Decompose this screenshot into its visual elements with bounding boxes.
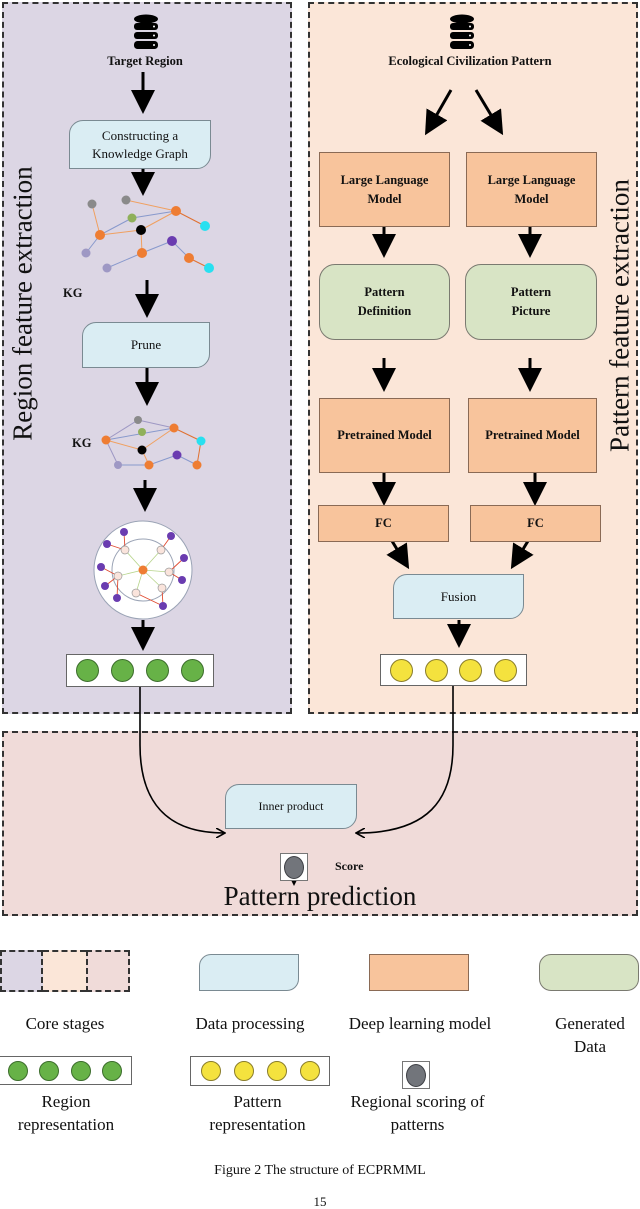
pretrained-model-label-right: Pretrained Model — [485, 428, 580, 443]
legend-pattern-dot — [299, 1061, 320, 1081]
legend-region-dot — [70, 1060, 91, 1081]
legend-pattern-dot — [200, 1061, 221, 1081]
legend-region-representation-label: Region representation — [17, 1092, 115, 1134]
pattern-picture-box: Pattern Picture — [465, 264, 597, 340]
legend-region-dot — [7, 1060, 28, 1081]
fc-label-left: FC — [375, 516, 392, 531]
score-vector — [280, 853, 308, 881]
legend-pattern-representation-swatch — [190, 1056, 330, 1086]
arrow-ecp-to-llm-left — [425, 89, 453, 136]
fusion-box: Fusion — [393, 574, 524, 619]
legend-deep-learning-label: Deep learning model — [348, 1014, 492, 1033]
knowledge-graph-pruned — [101, 416, 206, 470]
llm-label-right: Large Language Model — [487, 173, 576, 206]
legend-region-dot — [102, 1060, 123, 1081]
target-region-label: Target Region — [107, 54, 183, 68]
pattern-picture-label: Pattern Picture — [510, 285, 552, 318]
pretrained-model-box-right: Pretrained Model — [468, 398, 597, 473]
arrow-fc-left-to-fusion — [386, 540, 410, 570]
legend-core-stages-swatch — [0, 950, 130, 992]
fc-box-left: FC — [318, 505, 449, 542]
prune-label: Prune — [130, 337, 162, 353]
region-vector-dot — [181, 659, 204, 682]
kg-label-1: KG — [63, 286, 83, 300]
kg-label-2: KG — [72, 436, 92, 450]
legend-generated-data-label: Generated Data — [555, 1014, 625, 1056]
llm-box-left: Large Language Model — [319, 152, 450, 227]
pattern-definition-label: Pattern Definition — [357, 285, 412, 318]
region-vector-dot — [76, 659, 99, 682]
legend-core-stages-label: Core stages — [25, 1014, 105, 1033]
llm-label-left: Large Language Model — [340, 173, 429, 206]
region-representation-vector — [66, 654, 214, 687]
pretrained-model-box-left: Pretrained Model — [319, 398, 450, 473]
construct-knowledge-graph-label: Constructing a Knowledge Graph — [92, 127, 188, 161]
figure-caption: Figure 2 The structure of ECPRMML — [214, 1163, 426, 1178]
legend-score-dot — [406, 1063, 426, 1087]
region-vector-dot — [111, 659, 134, 682]
legend-pattern-dot — [266, 1061, 287, 1081]
legend-data-processing-swatch — [199, 954, 299, 991]
llm-box-right: Large Language Model — [466, 152, 597, 227]
legend-regional-scoring-label: Regional scoring of patterns — [350, 1092, 485, 1134]
legend-pattern-dot — [233, 1061, 254, 1081]
region-vector-dot — [146, 659, 169, 682]
pattern-definition-box: Pattern Definition — [319, 264, 450, 340]
pattern-vector-dot — [424, 658, 448, 682]
legend-generated-data-swatch — [539, 954, 639, 991]
curve-region-to-inner-product — [139, 685, 224, 833]
legend-score-swatch — [402, 1061, 430, 1089]
legend-deep-learning-swatch — [369, 954, 469, 991]
legend-region-representation-swatch — [0, 1056, 132, 1085]
fc-label-right: FC — [527, 516, 544, 531]
arrow-fc-right-to-fusion — [510, 540, 534, 570]
fusion-label: Fusion — [440, 588, 477, 604]
pattern-representation-vector — [380, 654, 527, 686]
ecological-civilization-pattern-label: Ecological Civilization Pattern — [388, 54, 552, 68]
fc-box-right: FC — [470, 505, 601, 542]
inner-product-label: Inner product — [258, 799, 324, 814]
pattern-vector-dot — [459, 658, 483, 682]
legend-region-dot — [39, 1060, 60, 1081]
arrow-ecp-to-llm-right — [474, 89, 504, 136]
score-dot — [284, 855, 304, 879]
construct-knowledge-graph-box: Constructing a Knowledge Graph — [69, 120, 211, 169]
legend-pattern-representation-label: Pattern representation — [209, 1092, 306, 1134]
pattern-vector-dot — [494, 658, 518, 682]
inner-product-box: Inner product — [225, 784, 357, 829]
pattern-vector-dot — [389, 658, 413, 682]
pretrained-model-label-left: Pretrained Model — [337, 428, 432, 443]
legend-data-processing-label: Data processing — [195, 1014, 305, 1033]
knowledge-graph-full — [81, 195, 214, 273]
database-icon-region — [134, 14, 158, 49]
curve-pattern-to-inner-product — [357, 685, 454, 833]
graph-aggregation-diagram — [93, 520, 193, 620]
prune-box: Prune — [82, 322, 210, 368]
pattern-prediction-title: Pattern prediction — [223, 881, 417, 911]
database-icon-pattern — [450, 14, 474, 49]
score-label: Score — [335, 859, 364, 873]
page-number: 15 — [313, 1194, 327, 1209]
